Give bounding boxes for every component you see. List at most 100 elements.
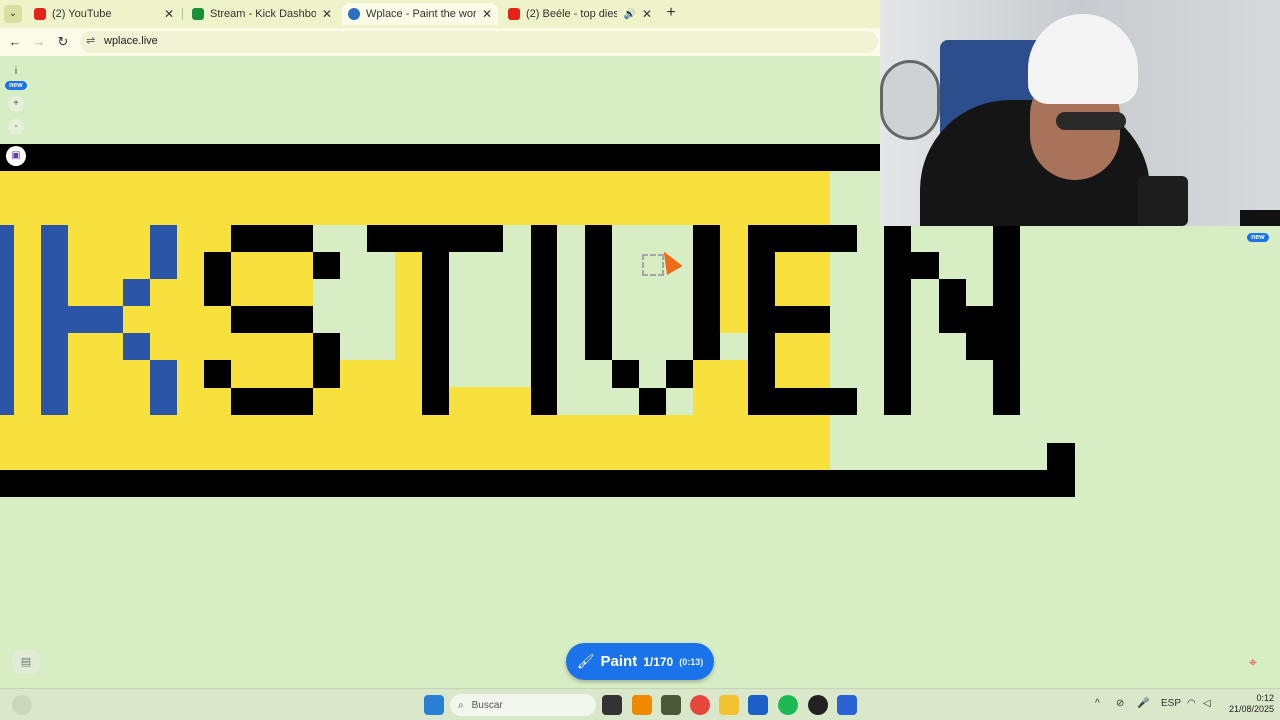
vlc-icon[interactable] <box>632 695 652 715</box>
minecraft-icon[interactable] <box>661 695 681 715</box>
file-explorer-icon[interactable] <box>719 695 739 715</box>
pixel-letter <box>123 333 150 360</box>
chrome-icon[interactable] <box>690 695 710 715</box>
paint-charges: 1/170 <box>643 654 674 669</box>
pixel-band-bottom <box>0 470 1075 497</box>
pixel-letter <box>585 225 612 360</box>
info-icon[interactable]: i <box>9 66 23 80</box>
spotify-icon[interactable] <box>778 695 798 715</box>
tab-search-menu-icon[interactable]: ⌄ <box>4 5 22 23</box>
wifi-icon[interactable]: ◠ <box>1187 698 1196 709</box>
tab-title: Wplace - Paint the world <box>366 8 476 20</box>
pixel-letter <box>531 225 557 415</box>
pixel-letter <box>884 225 911 415</box>
task-view-icon[interactable] <box>602 695 622 715</box>
zoom-in-button[interactable]: + <box>8 96 24 112</box>
pixel-letter <box>150 360 177 415</box>
pixel-corner <box>1047 443 1075 470</box>
twitch-icon[interactable]: ▣ <box>6 146 26 166</box>
pixel-light-area <box>720 333 748 360</box>
language-indicator[interactable]: ESP <box>1161 698 1181 709</box>
forward-icon[interactable]: → <box>30 33 48 51</box>
pixel-letter <box>204 252 231 306</box>
chair-image <box>1138 176 1188 226</box>
kick-icon <box>192 8 204 20</box>
widgets-icon[interactable] <box>12 695 32 715</box>
tab-title: Stream - Kick Dashboard <box>210 8 316 20</box>
layers-button[interactable]: ▤ <box>12 650 40 674</box>
close-tab-icon[interactable]: ✕ <box>642 7 652 21</box>
close-tab-icon[interactable]: ✕ <box>164 7 174 21</box>
clock-time: 0:12 <box>1256 693 1274 703</box>
pixel-letter <box>748 225 857 252</box>
app-icon[interactable] <box>837 695 857 715</box>
youtube-icon <box>508 8 520 20</box>
pixel-letter <box>939 279 966 333</box>
tab-separator <box>182 8 183 20</box>
tray-overflow-icon[interactable]: ^ <box>1095 698 1100 709</box>
pixel-letter <box>313 252 340 279</box>
url-bar[interactable]: ⇌ wplace.live <box>80 31 878 53</box>
windows-taskbar: ⌕ Buscar ^ ⊘ 🎤 ESP ◠ ◁ 0:12 21/08/2025 <box>0 688 1280 720</box>
tab-title: (2) Beéle - top diesel (Perfo <box>526 8 618 20</box>
pixel-letter <box>313 333 340 388</box>
pixel-letter <box>150 225 177 279</box>
mic-icon[interactable]: 🎤 <box>1137 698 1149 709</box>
pixel-letter <box>775 388 857 415</box>
zoom-out-button[interactable]: - <box>8 119 24 135</box>
pixel-letter <box>422 252 449 415</box>
back-icon[interactable]: ← <box>6 33 24 51</box>
tab-youtube[interactable]: (2) YouTube ✕ <box>28 3 180 25</box>
tab-wplace[interactable]: Wplace - Paint the world ✕ <box>342 3 498 25</box>
pixel-letter <box>123 279 150 306</box>
url-text: wplace.live <box>104 35 158 47</box>
paint-button[interactable]: 🖌 Paint 1/170 (0:13) <box>566 643 714 680</box>
search-placeholder: Buscar <box>471 699 503 711</box>
tab-title: (2) YouTube <box>52 8 112 20</box>
pixel-letter <box>367 225 503 252</box>
pixel-letter <box>0 225 14 415</box>
tab-strip: ⌄ (2) YouTube ✕ Stream - Kick Dashboard … <box>0 0 880 28</box>
locate-icon[interactable]: ⌖ <box>1240 650 1266 674</box>
pixel-letter <box>748 252 775 415</box>
pixel-letter <box>993 225 1020 415</box>
pixel-letter <box>612 360 639 388</box>
start-icon[interactable] <box>424 695 444 715</box>
pixel-letter <box>41 225 68 415</box>
monitor-image <box>1240 210 1280 226</box>
reload-icon[interactable]: ↻ <box>54 33 72 51</box>
speaker-icon[interactable]: 🔊 <box>623 9 635 20</box>
streamer-glasses <box>1056 112 1126 130</box>
new-tab-button[interactable]: + <box>664 4 678 22</box>
close-tab-icon[interactable]: ✕ <box>322 7 332 21</box>
tab-kick-dashboard[interactable]: Stream - Kick Dashboard ✕ <box>186 3 338 25</box>
youtube-icon <box>34 8 46 20</box>
pixel-letter <box>966 306 993 360</box>
pixel-light-area <box>340 333 395 360</box>
pixel-letter <box>204 360 231 388</box>
pixel-band-top <box>0 144 880 171</box>
pixel-letter <box>666 360 693 388</box>
fan-image <box>880 60 940 140</box>
pixel-letter <box>231 306 313 333</box>
pixel-letter <box>231 388 313 415</box>
webcam-overlay <box>880 0 1280 226</box>
globe-icon <box>348 8 360 20</box>
new-badge: new <box>5 81 27 90</box>
taskbar-clock[interactable]: 0:12 21/08/2025 <box>1222 693 1274 715</box>
volume-icon[interactable]: ◁ <box>1203 698 1211 709</box>
pixel-letter <box>68 306 123 333</box>
new-badge: new <box>1247 233 1269 242</box>
store-icon[interactable] <box>748 695 768 715</box>
address-bar-row: ← → ↻ ⇌ wplace.live <box>0 28 880 56</box>
obs-icon[interactable] <box>808 695 828 715</box>
site-info-icon[interactable]: ⇌ <box>86 34 95 47</box>
close-tab-icon[interactable]: ✕ <box>482 7 492 21</box>
tab-beele[interactable]: (2) Beéle - top diesel (Perfo 🔊 ✕ <box>502 3 658 25</box>
pixel-letter <box>775 306 830 333</box>
clock-date: 21/08/2025 <box>1228 704 1274 714</box>
paint-timer: (0:13) <box>679 656 704 667</box>
network-icon[interactable]: ⊘ <box>1116 698 1124 709</box>
taskbar-search[interactable]: ⌕ Buscar <box>450 694 596 716</box>
paint-label: Paint <box>600 653 638 670</box>
